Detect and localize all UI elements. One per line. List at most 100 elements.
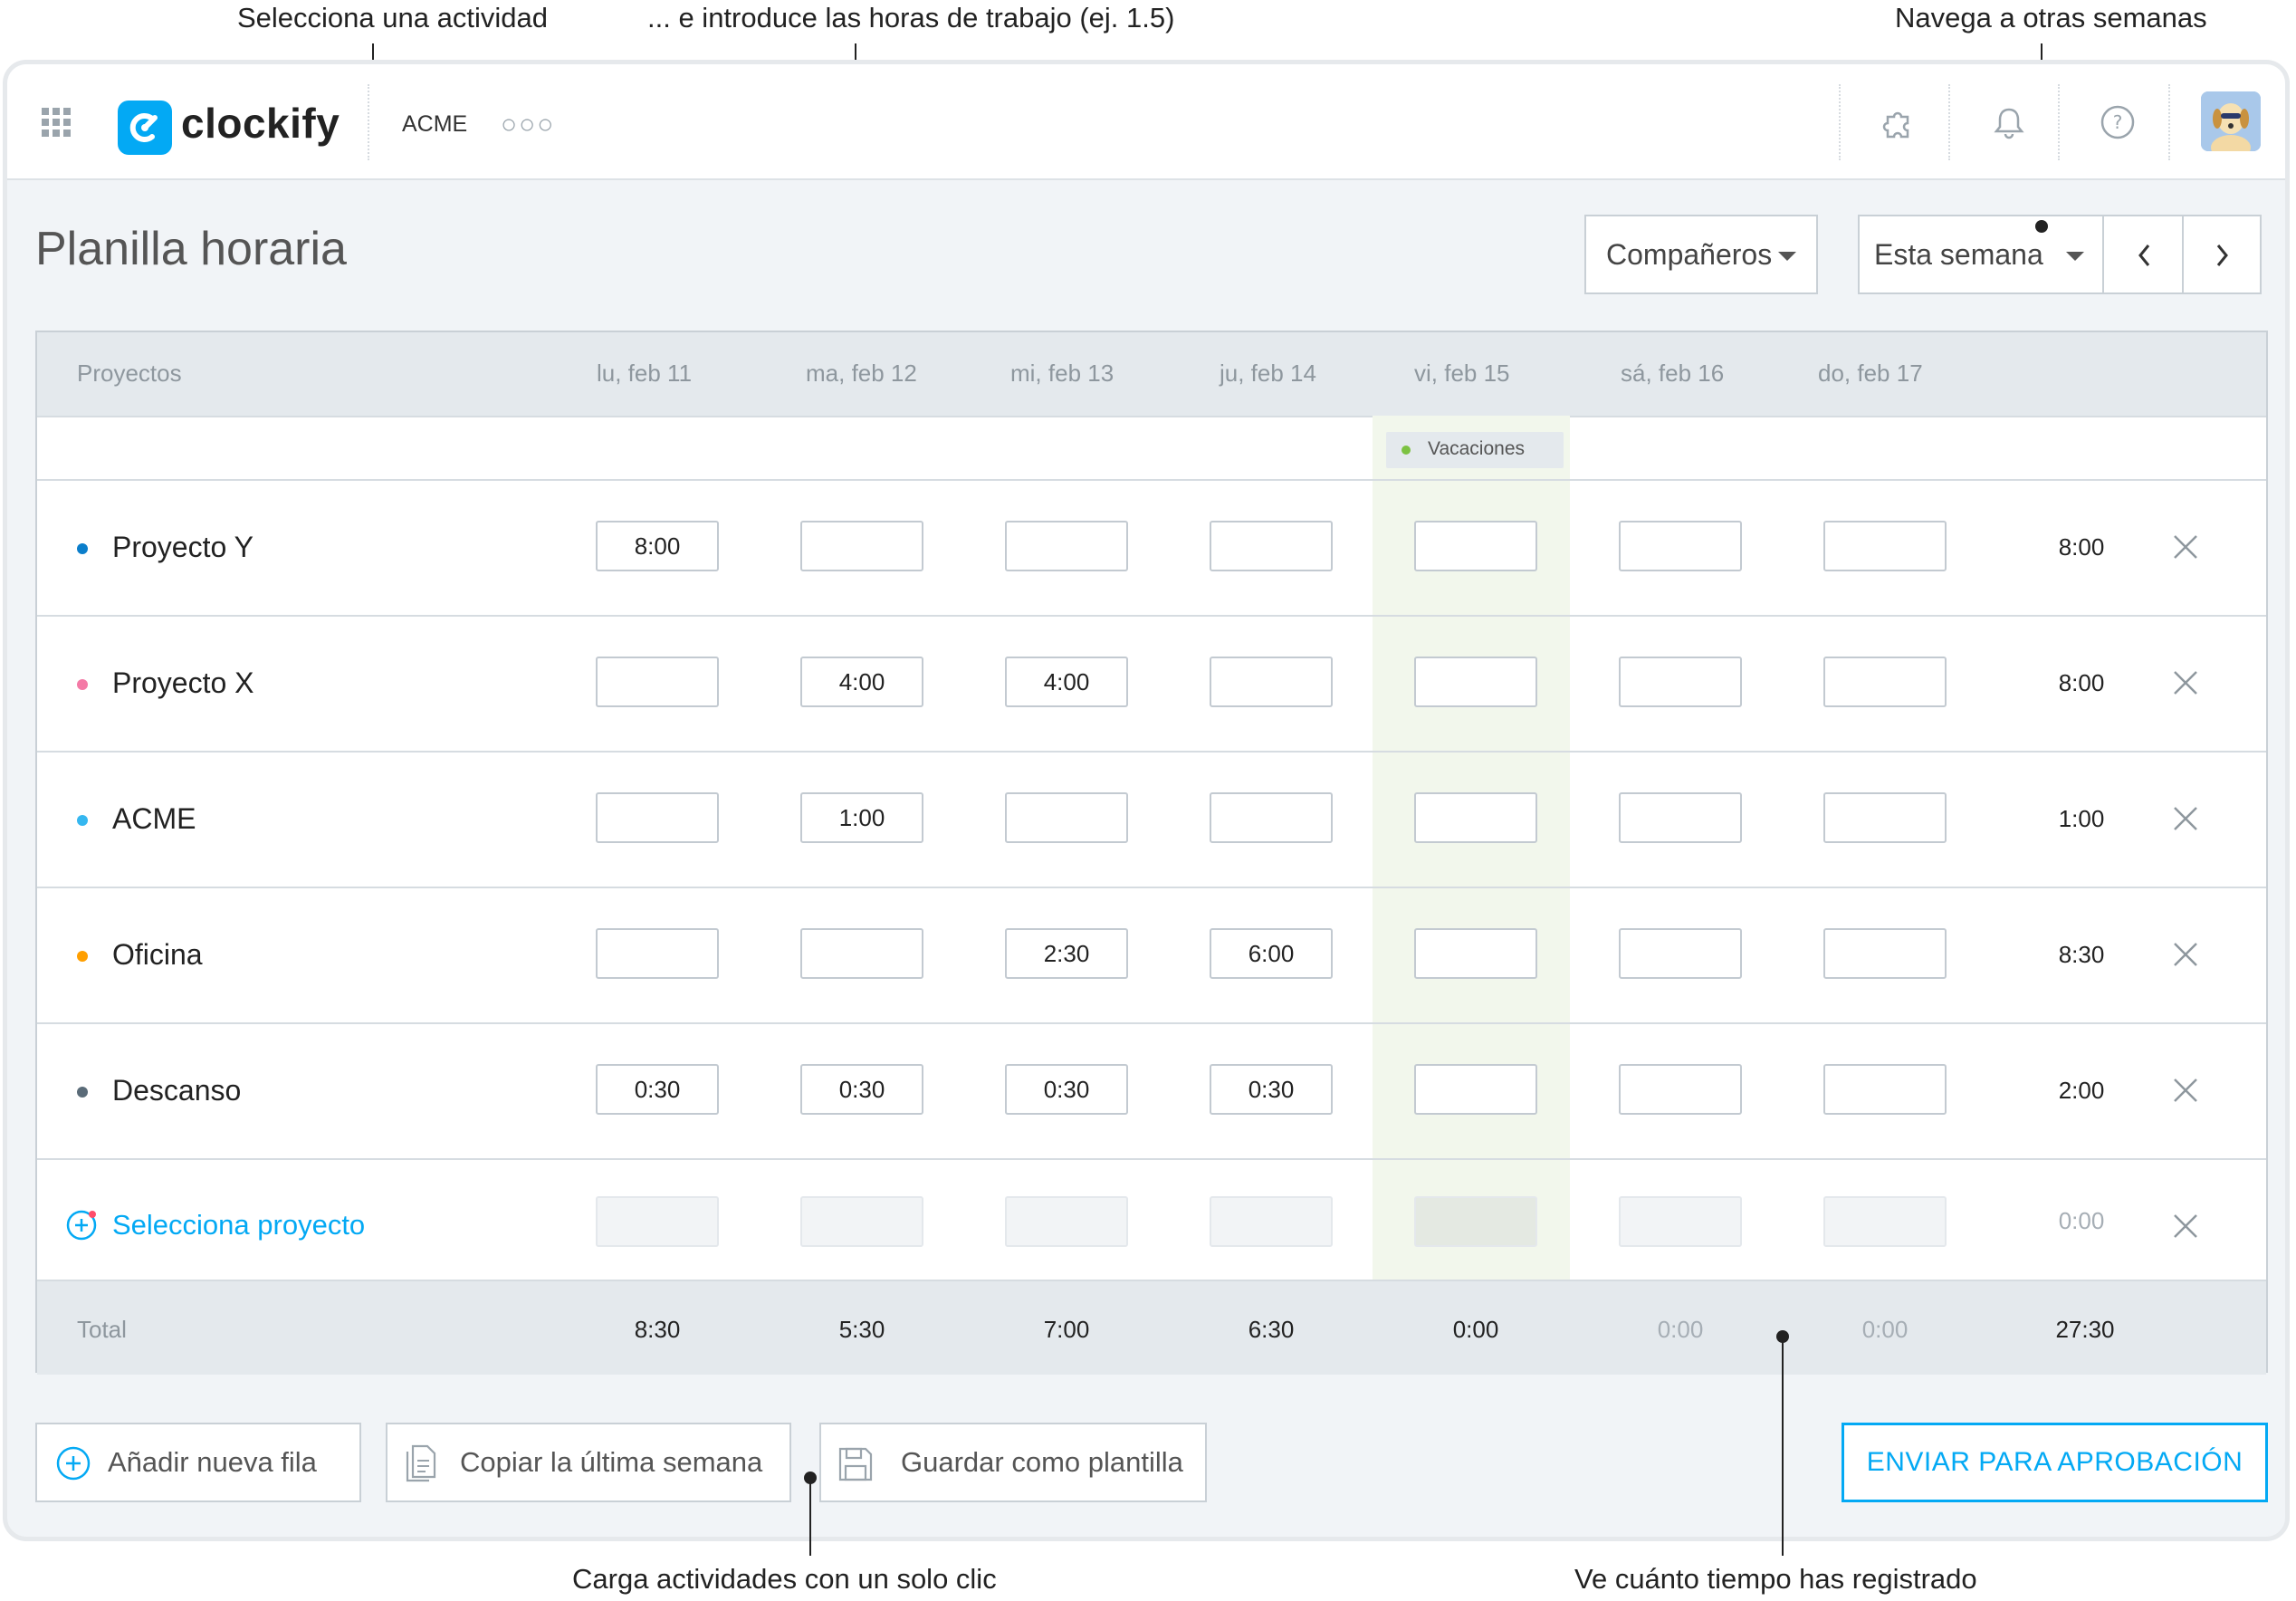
time-cell-input[interactable]	[1619, 521, 1742, 571]
app-window: clockify ACME ○○○ ? Planilla horaria Com…	[3, 60, 2290, 1541]
time-cell-input[interactable]	[1414, 792, 1537, 843]
remove-row-icon[interactable]	[2172, 533, 2199, 561]
total-label: Total	[77, 1316, 127, 1343]
add-row-button[interactable]: Añadir nueva fila	[35, 1423, 361, 1502]
next-week-button[interactable]	[2182, 215, 2262, 294]
top-bar: clockify ACME ○○○ ?	[7, 64, 2285, 180]
time-cell-input[interactable]: 0:30	[1210, 1064, 1333, 1115]
time-cell-input[interactable]	[1823, 1064, 1947, 1115]
time-cell-input[interactable]	[1619, 1064, 1742, 1115]
time-cell-input[interactable]	[1414, 928, 1537, 979]
time-cell-input[interactable]	[800, 928, 923, 979]
select-project-button[interactable]: Selecciona proyecto	[112, 1209, 365, 1241]
annotation-line	[809, 1478, 811, 1556]
time-cell-input[interactable]	[1210, 521, 1333, 571]
teammates-dropdown[interactable]: Compañeros	[1584, 215, 1818, 294]
chevron-down-icon	[2066, 252, 2084, 261]
day-total: 0:00	[1657, 1316, 1704, 1343]
previous-week-button[interactable]	[2102, 215, 2184, 294]
day-header: vi, feb 15	[1414, 360, 1510, 387]
time-cell-input[interactable]: 0:30	[800, 1064, 923, 1115]
remove-row-icon[interactable]	[2172, 1077, 2199, 1104]
add-project-icon[interactable]	[65, 1209, 98, 1241]
project-color-dot	[77, 815, 88, 826]
time-cell-input[interactable]: 4:00	[1005, 657, 1128, 707]
chevron-right-icon	[2216, 244, 2228, 266]
remove-row-icon[interactable]	[2172, 1213, 2199, 1240]
time-cell-input[interactable]	[1619, 928, 1742, 979]
submit-for-approval-button[interactable]: ENVIAR PARA APROBACIÓN	[1842, 1423, 2268, 1502]
day-total: 6:30	[1248, 1316, 1295, 1343]
week-selector[interactable]: Esta semana	[1858, 215, 2104, 294]
timesheet-table: Proyectos lu, feb 11 ma, feb 12 mi, feb …	[35, 331, 2268, 1375]
row-total: 8:00	[2058, 669, 2105, 696]
remove-row-icon[interactable]	[2172, 941, 2199, 968]
time-cell-input	[1210, 1196, 1333, 1247]
time-cell-input[interactable]	[1823, 792, 1947, 843]
avatar[interactable]	[2201, 91, 2261, 151]
divider	[1948, 84, 1950, 160]
bell-icon[interactable]	[1991, 104, 2027, 140]
workspace-name[interactable]: ACME	[402, 111, 467, 138]
table-row: Oficina 2:30 6:00 8:30	[37, 887, 2266, 1024]
chevron-down-icon	[1778, 252, 1796, 261]
time-cell-input	[596, 1196, 719, 1247]
time-cell-input[interactable]	[1823, 521, 1947, 571]
time-cell-input[interactable]: 0:30	[1005, 1064, 1128, 1115]
day-header: ma, feb 12	[806, 360, 917, 387]
app-name: clockify	[181, 100, 340, 147]
time-cell-input[interactable]	[1210, 657, 1333, 707]
time-cell-input[interactable]: 2:30	[1005, 928, 1128, 979]
time-cell-input[interactable]	[1414, 1064, 1537, 1115]
annotation-dot	[2035, 220, 2048, 233]
project-name[interactable]: Descanso	[112, 1074, 241, 1107]
project-name[interactable]: ACME	[112, 802, 196, 836]
time-cell-input[interactable]	[1005, 792, 1128, 843]
more-dots-icon[interactable]: ○○○	[501, 110, 555, 140]
apps-grid-icon[interactable]	[42, 108, 71, 137]
puzzle-icon[interactable]	[1880, 104, 1917, 140]
annotation-see-time: Ve cuánto tiempo has registrado	[1574, 1563, 1977, 1595]
day-total: 0:00	[1452, 1316, 1499, 1343]
project-name[interactable]: Proyecto Y	[112, 531, 254, 564]
row-total: 1:00	[2058, 805, 2105, 832]
remove-row-icon[interactable]	[2172, 669, 2199, 696]
copy-last-week-button[interactable]: Copiar la última semana	[386, 1423, 791, 1502]
time-cell-input[interactable]	[1005, 521, 1128, 571]
svg-text:?: ?	[2113, 111, 2123, 133]
project-name[interactable]: Oficina	[112, 938, 203, 972]
time-cell-input[interactable]: 8:00	[596, 521, 719, 571]
time-cell-input[interactable]: 0:30	[596, 1064, 719, 1115]
annotation-navigate-weeks: Navega a otras semanas	[1895, 2, 2207, 34]
time-cell-input[interactable]: 4:00	[800, 657, 923, 707]
time-cell-input[interactable]: 1:00	[800, 792, 923, 843]
grand-total: 27:30	[2055, 1316, 2115, 1343]
remove-row-icon[interactable]	[2172, 805, 2199, 832]
week-label: Esta semana	[1874, 238, 2043, 271]
time-cell-input[interactable]	[1823, 928, 1947, 979]
project-color-dot	[77, 1087, 88, 1098]
time-cell-input[interactable]	[596, 928, 719, 979]
time-cell-input[interactable]	[1823, 657, 1947, 707]
day-header: sá, feb 16	[1621, 360, 1725, 387]
time-cell-input[interactable]	[1619, 657, 1742, 707]
time-cell-input	[1823, 1196, 1947, 1247]
row-total: 8:30	[2058, 941, 2105, 968]
project-name[interactable]: Proyecto X	[112, 666, 254, 700]
chevron-left-icon	[2138, 244, 2150, 266]
time-cell-input[interactable]	[1619, 792, 1742, 843]
time-cell-input	[800, 1196, 923, 1247]
time-cell-input[interactable]	[1210, 792, 1333, 843]
save-template-button[interactable]: Guardar como plantilla	[819, 1423, 1207, 1502]
time-cell-input[interactable]	[1414, 521, 1537, 571]
time-cell-input[interactable]	[1414, 657, 1537, 707]
time-cell-input[interactable]: 6:00	[1210, 928, 1333, 979]
help-icon[interactable]: ?	[2100, 104, 2136, 140]
time-cell-input[interactable]	[596, 657, 719, 707]
annotation-load-activities: Carga actividades con un solo clic	[572, 1563, 997, 1595]
day-header: mi, feb 13	[1010, 360, 1115, 387]
copy-document-icon	[406, 1444, 436, 1482]
time-cell-input[interactable]	[596, 792, 719, 843]
time-cell-input[interactable]	[800, 521, 923, 571]
divider	[2168, 84, 2170, 160]
